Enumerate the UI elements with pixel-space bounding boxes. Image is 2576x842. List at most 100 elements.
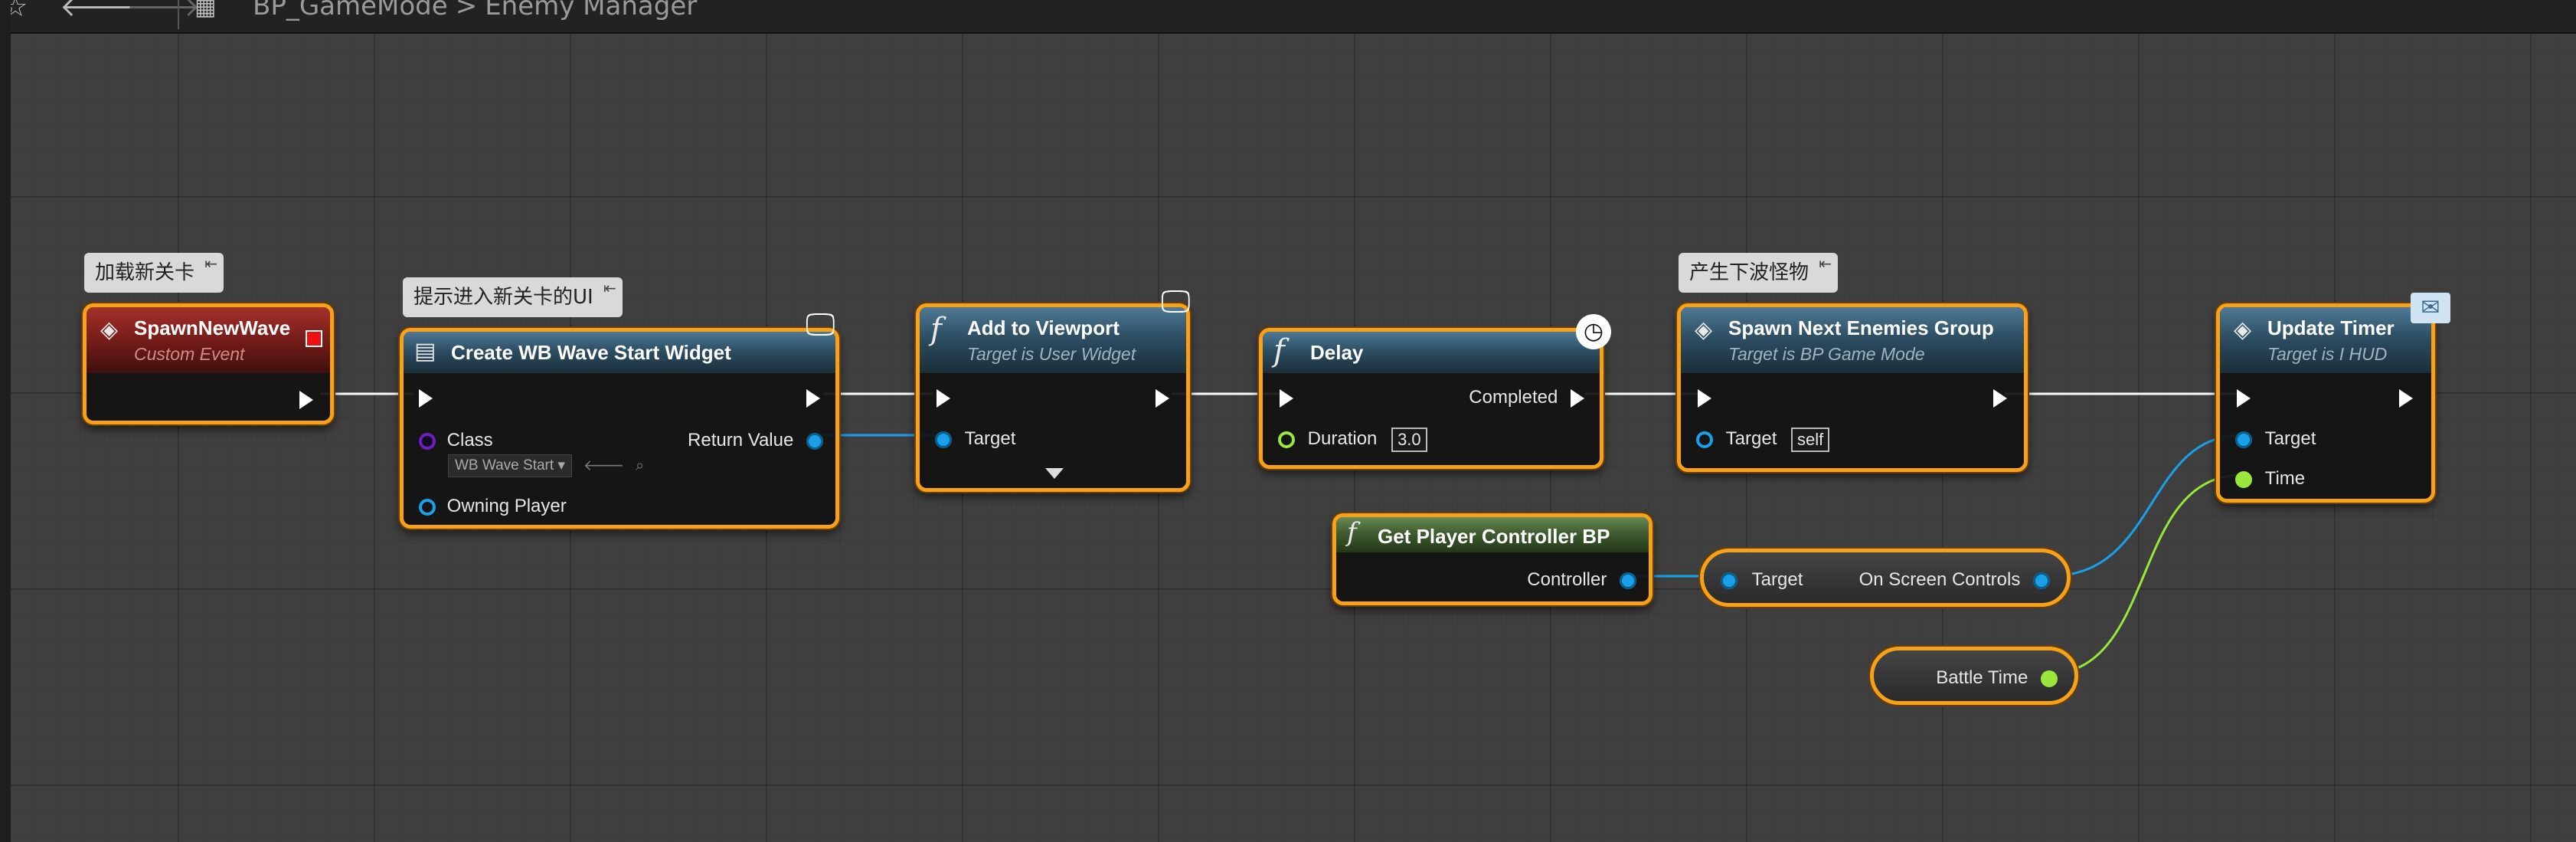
node-spawn-next-enemies[interactable]: ◈ Spawn Next Enemies Group Target is BP … (1677, 303, 2028, 472)
comment-load-level[interactable]: 加载新关卡 ⇤ (84, 253, 224, 293)
exec-out-pin[interactable] (806, 382, 820, 413)
target-pin-dot[interactable] (935, 431, 952, 448)
function-diamond-icon: ◈ (2234, 316, 2252, 343)
class-dropdown[interactable]: WB Wave Start ▾ (448, 454, 572, 477)
breadcrumb: BP_GameMode > Enemy Manager (253, 0, 697, 21)
completed-label: Completed (1469, 387, 1558, 408)
exec-in-pin[interactable] (1280, 382, 1293, 413)
expand-arrow-icon[interactable] (1045, 468, 1064, 479)
time-label: Time (2264, 468, 2306, 489)
node-subtitle: Custom Event (134, 344, 245, 364)
forward-arrow-icon[interactable]: 🡒 (126, 0, 201, 23)
owning-player-label: Owning Player (446, 496, 567, 516)
browse-search-icon[interactable]: ⌕ (636, 457, 644, 474)
target-self-field[interactable]: self (1791, 427, 1830, 452)
node-subtitle: Target is I HUD (2267, 344, 2388, 364)
target-pin[interactable]: Target (2235, 424, 2316, 454)
use-selected-icon[interactable]: 🡐 (584, 457, 625, 474)
node-create-widget[interactable]: ▤ Create WB Wave Start Widget Class WB W… (400, 328, 839, 529)
controller-pin[interactable]: Controller (1527, 565, 1636, 595)
node-subtitle: Target is User Widget (967, 344, 1136, 364)
return-value-pin[interactable]: Return Value (688, 425, 823, 456)
class-pin-dot[interactable] (419, 432, 436, 450)
breadcrumb-blueprint[interactable]: BP_GameMode (253, 0, 448, 21)
node-get-battle-time[interactable]: Battle Time (1870, 647, 2078, 705)
target-pin-dot[interactable] (1696, 431, 1713, 448)
target-pin[interactable]: Target (935, 424, 1015, 454)
object-wire-controls-to-hud[interactable] (2048, 434, 2243, 578)
owning-player-pin[interactable]: Owning Player (419, 491, 567, 522)
node-get-on-screen-controls[interactable]: Target On Screen Controls (1700, 549, 2071, 607)
node-title: Add to Viewport (967, 316, 1120, 339)
owning-player-dot[interactable] (419, 498, 436, 516)
node-subtitle: Target is BP Game Mode (1728, 344, 1925, 364)
on-screen-controls-label: On Screen Controls (1858, 569, 2021, 590)
completed-exec-pin[interactable]: Completed (1469, 382, 1584, 413)
exec-in-pin[interactable] (937, 382, 950, 413)
node-delay[interactable]: f Delay Completed Duration 3.0 (1259, 328, 1603, 469)
on-screen-controls-dot[interactable] (2033, 572, 2050, 589)
breadcrumb-graph[interactable]: Enemy Manager (485, 0, 697, 21)
editor-left-edge (0, 0, 11, 842)
node-title: Create WB Wave Start Widget (451, 341, 731, 364)
network-widget-icon: 🖵 (1161, 284, 1191, 319)
comment-spawn-next[interactable]: 产生下波怪物 ⇤ (1679, 253, 1839, 293)
float-wire-battle-time[interactable] (2045, 473, 2243, 676)
duration-input[interactable]: 3.0 (1391, 427, 1427, 452)
time-pin[interactable]: Time (2235, 464, 2305, 494)
pin-icon[interactable]: ⇤ (603, 280, 616, 296)
event-diamond-icon: ◈ (100, 316, 119, 343)
node-title: Delay (1310, 341, 1364, 364)
node-header: f Add to Viewport Target is User Widget (920, 307, 1186, 373)
comment-text: 加载新关卡 (95, 261, 195, 284)
function-icon: f (1347, 517, 1357, 548)
duration-pin-dot[interactable] (1278, 431, 1295, 448)
target-label: Target (2264, 428, 2316, 449)
exec-out-arrow (2399, 388, 2413, 408)
back-arrow-icon[interactable]: 🡐 (60, 0, 134, 23)
target-pin-dot[interactable] (1721, 572, 1737, 589)
exec-in-pin[interactable] (419, 382, 433, 413)
comment-show-ui[interactable]: 提示进入新关卡的UI ⇤ (403, 277, 623, 317)
node-spawn-new-wave[interactable]: ◈ SpawnNewWave Custom Event (83, 303, 334, 424)
battle-time-pin[interactable]: Battle Time (1936, 663, 2058, 693)
node-add-to-viewport[interactable]: f Add to Viewport Target is User Widget … (916, 303, 1190, 492)
toolbar-separator (178, 0, 179, 29)
pin-icon[interactable]: ⇤ (204, 256, 217, 271)
message-envelope-icon: ✉ (2411, 293, 2450, 323)
battle-time-dot[interactable] (2041, 670, 2058, 687)
node-header: ◈ Spawn Next Enemies Group Target is BP … (1681, 307, 2024, 373)
return-label: Return Value (688, 430, 794, 450)
function-icon: f (1273, 333, 1285, 369)
exec-out-pin[interactable] (1993, 382, 2007, 413)
return-pin-dot[interactable] (806, 432, 823, 450)
target-pin-dot[interactable] (2235, 431, 2252, 448)
time-pin-dot[interactable] (2235, 470, 2252, 488)
exec-out-pin[interactable] (2399, 382, 2413, 413)
target-label: Target (964, 428, 1016, 449)
controller-pin-dot[interactable] (1620, 572, 1636, 589)
target-pin[interactable]: Target self (1696, 424, 1830, 454)
on-screen-controls-pin[interactable]: On Screen Controls (1859, 565, 2050, 595)
widget-icon: ▤ (414, 338, 436, 365)
node-update-timer[interactable]: ◈ Update Timer Target is I HUD Target Ti… (2216, 303, 2435, 503)
node-get-player-controller[interactable]: f Get Player Controller BP Controller (1332, 513, 1652, 605)
pin-icon[interactable]: ⇤ (1819, 256, 1832, 271)
node-header: ◈ SpawnNewWave Custom Event (87, 307, 330, 373)
blueprint-icon: ▦ (195, 0, 217, 21)
duration-pin[interactable]: Duration 3.0 (1278, 424, 1427, 454)
function-diamond-icon: ◈ (1695, 316, 1713, 343)
delegate-pin[interactable] (306, 330, 322, 347)
exec-out-pin[interactable] (299, 384, 313, 414)
target-pin[interactable]: Target (1721, 565, 1803, 595)
comment-text: 产生下波怪物 (1689, 261, 1809, 284)
breadcrumb-separator: > (455, 0, 478, 21)
comment-text: 提示进入新关卡的UI (414, 286, 593, 309)
node-header: ◈ Update Timer Target is I HUD (2220, 307, 2431, 373)
exec-in-pin[interactable] (2237, 382, 2251, 413)
exec-out-pin[interactable] (1156, 382, 1169, 413)
graph-toolbar: ☆ 🡐 🡒 ▦ BP_GameMode > Enemy Manager (0, 0, 2576, 34)
class-value: WB Wave Start (455, 457, 554, 473)
node-title: Update Timer (2267, 316, 2395, 339)
exec-in-pin[interactable] (1698, 382, 1711, 413)
